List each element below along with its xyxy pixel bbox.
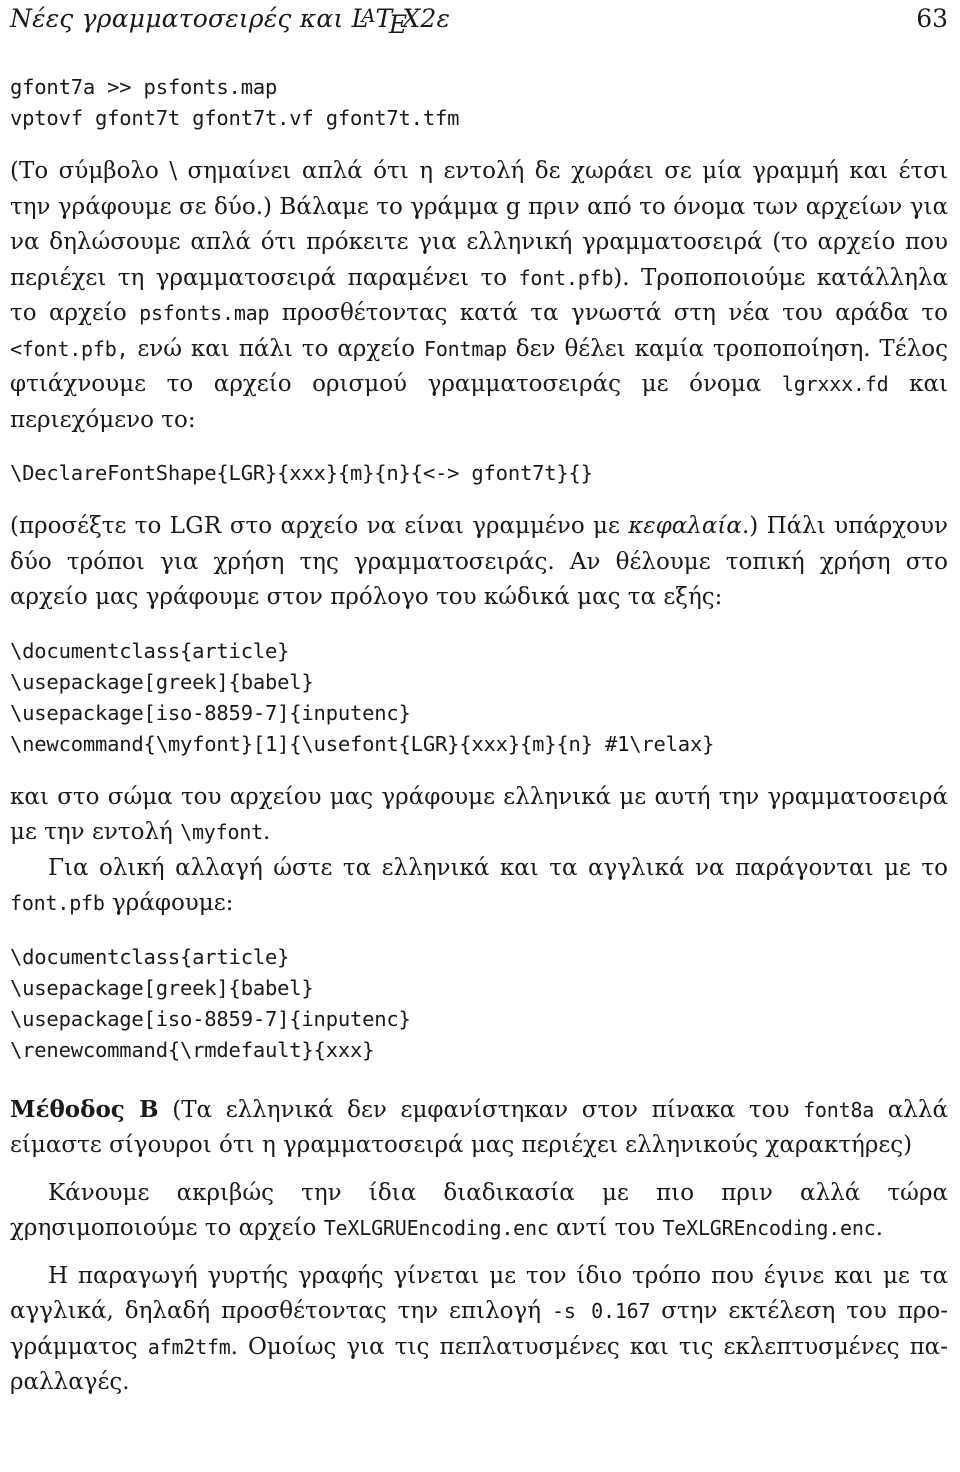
text-run: Για ολική αλλαγή ώστε τα ελληνικά και τα… (48, 854, 948, 881)
running-head-title: Νέες γραμματοσειρές και LATEX2ε (10, 4, 450, 39)
inline-code-slant-option: -s 0.167 (552, 1299, 651, 1323)
inline-code-texlgruencoding: TeXLGRUEncoding.enc (323, 1216, 549, 1240)
code-line: gfont7a >> psfonts.map (10, 75, 278, 99)
inline-code-font-pfb-open: <font.pfb, (10, 336, 129, 361)
heading-method-b: Μέθοδος Β (10, 1095, 159, 1123)
code-line: \documentclass{article} (10, 944, 290, 969)
text-run: αντί του (548, 1215, 663, 1241)
paragraph-slanted-variants: Η παραγωγή γυρτής γραφής γίνεται με τον … (10, 1259, 948, 1401)
latex-logo-x: X (402, 4, 421, 33)
code-line: \usepackage[iso-8859-7]{inputenc} (10, 1006, 411, 1031)
text-run: γράφουμε: (104, 890, 234, 916)
code-block-declarefontshape: \DeclareFontShape{LGR}{xxx}{m}{n}{<-> gf… (10, 458, 948, 489)
inline-code-texlgrencoding: TeXLGREncoding.enc (662, 1216, 876, 1240)
text-run: στο αρχείο να είναι γραμμένο με (221, 513, 629, 539)
page-number: 63 (916, 4, 948, 33)
running-head: Νέες γραμματοσειρές και LATEX2ε 63 (10, 0, 948, 46)
code-line: vptovf gfont7t gfont7t.vf gfont7t.tfm (10, 106, 460, 130)
inline-code-afm2tfm: afm2tfm (147, 1334, 231, 1359)
code-block-local-preamble: \documentclass{article} \usepackage[gree… (10, 636, 948, 760)
text-run: (Τα ελληνικά δεν εμφανίστηκαν στον πίνακ… (158, 1096, 804, 1123)
code-line: \DeclareFontShape{LGR}{xxx}{m}{n}{<-> gf… (10, 461, 593, 485)
code-line: \documentclass{article} (10, 638, 290, 663)
document-page: Νέες γραμματοσειρές και LATEX2ε 63 gfont… (0, 0, 960, 1472)
paragraph-lgr-uppercase-note: (προσέξτε το LGR στο αρχείο να είναι γρα… (10, 509, 948, 616)
text-run: (προσέξτε το (10, 513, 170, 539)
text-run: και στο σώμα του αρχείου μας γράφουμε ελ… (10, 783, 948, 846)
text-run: . (875, 1215, 883, 1241)
code-block-shell-commands: gfont7a >> psfonts.map vptovf gfont7t gf… (10, 72, 948, 134)
text-run: ενώ και πάλι το αρχείο (128, 335, 424, 362)
inline-code-font-pfb: font.pfb (518, 265, 614, 290)
inline-code-psfonts-map: psfonts.map (139, 301, 270, 325)
emphasis-kefalaia: κεφαλαία (628, 513, 742, 539)
code-block-global-preamble: \documentclass{article} \usepackage[gree… (10, 942, 948, 1066)
text-run: . (263, 819, 271, 845)
code-line: \renewcommand{\rmdefault}{xxx} (10, 1037, 375, 1062)
inline-code-myfont: \myfont (180, 820, 263, 844)
latex-logo-epsilon: ε (436, 4, 451, 33)
paragraph-psfonts-explanation: (Το σύμβολο \ σημαίνει απλά ότι η εντολή… (10, 154, 948, 438)
inline-code-lgrxxx-fd: lgrxxx.fd (781, 372, 889, 396)
latex-logo-version: 2 (420, 4, 437, 33)
text-run: προσθέτοντας κατά τα γνωστά στη νέα του … (269, 300, 948, 326)
running-head-title-text: Νέες γραμματοσειρές και (10, 4, 352, 33)
paragraph-method-b: Μέθοδος Β (Τα ελληνικά δεν εμφανίστηκαν … (10, 1092, 948, 1164)
code-line: \newcommand{\myfont}[1]{\usefont{LGR}{xx… (10, 731, 715, 756)
inline-code-font8a: font8a (803, 1097, 875, 1122)
paragraph-global-change: Για ολική αλλαγή ώστε τα ελληνικά και τα… (10, 851, 948, 922)
code-line: \usepackage[greek]{babel} (10, 669, 314, 694)
paragraph-myfont-usage: και στο σώμα του αρχείου μας γράφουμε ελ… (10, 780, 948, 851)
paragraph-texlgru-encoding: Κάνουμε ακριβώς την ίδια διαδικασία με π… (10, 1176, 948, 1247)
code-line: \usepackage[iso-8859-7]{inputenc} (10, 700, 411, 725)
code-line: \usepackage[greek]{babel} (10, 975, 314, 1000)
inline-code-fontmap: Fontmap (424, 336, 507, 361)
latex-logo-a: A (361, 5, 376, 28)
inline-code-font-pfb-2: font.pfb (10, 891, 105, 915)
smallcaps-lgr: LGR (169, 513, 222, 539)
